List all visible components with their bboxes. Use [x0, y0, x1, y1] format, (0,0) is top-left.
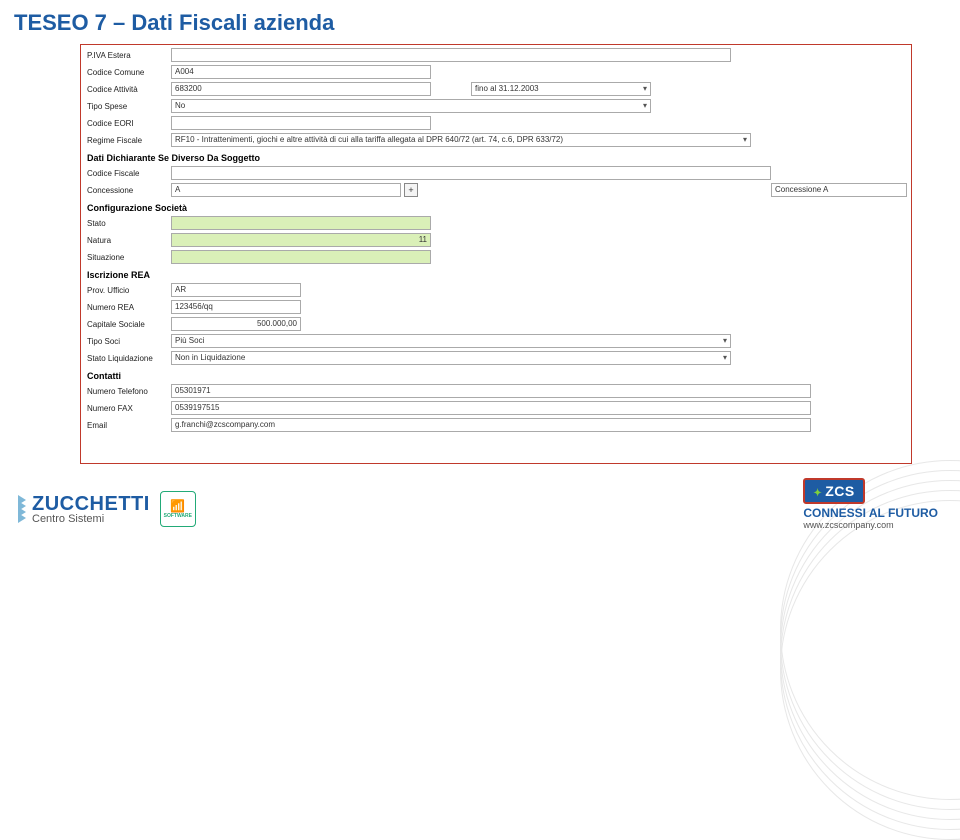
select-regime[interactable]: RF10 - Intrattenimenti, giochi e altre a…	[171, 133, 751, 147]
input-concessione[interactable]: A	[171, 183, 401, 197]
input-cf[interactable]	[171, 166, 771, 180]
lbl-piva: P.IVA Estera	[81, 51, 171, 60]
software-badge: 📶SOFTWARE	[160, 491, 196, 527]
lbl-concessione: Concessione	[81, 186, 171, 195]
input-eori[interactable]	[171, 116, 431, 130]
lbl-statoliq: Stato Liquidazione	[81, 354, 171, 363]
input-situazione[interactable]	[171, 250, 431, 264]
section-dichiarante: Dati Dichiarante Se Diverso Da Soggetto	[81, 149, 911, 165]
lbl-spese: Tipo Spese	[81, 102, 171, 111]
input-tel[interactable]: 05301971	[171, 384, 811, 398]
input-piva[interactable]	[171, 48, 731, 62]
website: www.zcscompany.com	[803, 520, 938, 530]
footer: ZUCCHETTI Centro Sistemi 📶SOFTWARE ZCS C…	[0, 478, 960, 540]
input-numrea[interactable]: 123456/qq	[171, 300, 301, 314]
input-comune[interactable]: A004	[171, 65, 431, 79]
logo-zucchetti: ZUCCHETTI Centro Sistemi 📶SOFTWARE	[18, 491, 196, 527]
lbl-numrea: Numero REA	[81, 303, 171, 312]
input-email[interactable]: g.franchi@zcscompany.com	[171, 418, 811, 432]
section-contatti: Contatti	[81, 367, 911, 383]
input-natura[interactable]: 11	[171, 233, 431, 247]
chevron-icon	[18, 497, 26, 521]
lbl-prov: Prov. Ufficio	[81, 286, 171, 295]
lbl-comune: Codice Comune	[81, 68, 171, 77]
lbl-eori: Codice EORI	[81, 119, 171, 128]
input-attivita[interactable]: 683200	[171, 82, 431, 96]
lbl-stato: Stato	[81, 219, 171, 228]
zcs-badge: ZCS	[803, 478, 864, 504]
select-statoliq[interactable]: Non in Liquidazione	[171, 351, 731, 365]
lbl-regime: Regime Fiscale	[81, 136, 171, 145]
brand-top: ZUCCHETTI	[32, 494, 150, 514]
input-concessione-side[interactable]: Concessione A	[771, 183, 907, 197]
lbl-fax: Numero FAX	[81, 404, 171, 413]
select-tiposoci[interactable]: Più Soci	[171, 334, 731, 348]
select-periodo[interactable]: fino al 31.12.2003	[471, 82, 651, 96]
input-prov[interactable]: AR	[171, 283, 301, 297]
lbl-tel: Numero Telefono	[81, 387, 171, 396]
section-rea: Iscrizione REA	[81, 266, 911, 282]
lbl-email: Email	[81, 421, 171, 430]
input-stato[interactable]	[171, 216, 431, 230]
page-title: TESEO 7 – Dati Fiscali azienda	[0, 0, 960, 44]
select-spese[interactable]: No	[171, 99, 651, 113]
add-concessione-button[interactable]: +	[404, 183, 418, 197]
lbl-attivita: Codice Attività	[81, 85, 171, 94]
lbl-cf: Codice Fiscale	[81, 169, 171, 178]
section-conf: Configurazione Società	[81, 199, 911, 215]
tagline: CONNESSI AL FUTURO	[803, 506, 938, 520]
lbl-capitale: Capitale Sociale	[81, 320, 171, 329]
brand-bot: Centro Sistemi	[32, 514, 150, 525]
lbl-situazione: Situazione	[81, 253, 171, 262]
logo-zcs: ZCS CONNESSI AL FUTURO www.zcscompany.co…	[803, 478, 938, 530]
lbl-tiposoci: Tipo Soci	[81, 337, 171, 346]
input-capitale[interactable]: 500.000,00	[171, 317, 301, 331]
form-panel: P.IVA Estera Codice ComuneA004 Codice At…	[80, 44, 912, 464]
lbl-natura: Natura	[81, 236, 171, 245]
input-fax[interactable]: 0539197515	[171, 401, 811, 415]
